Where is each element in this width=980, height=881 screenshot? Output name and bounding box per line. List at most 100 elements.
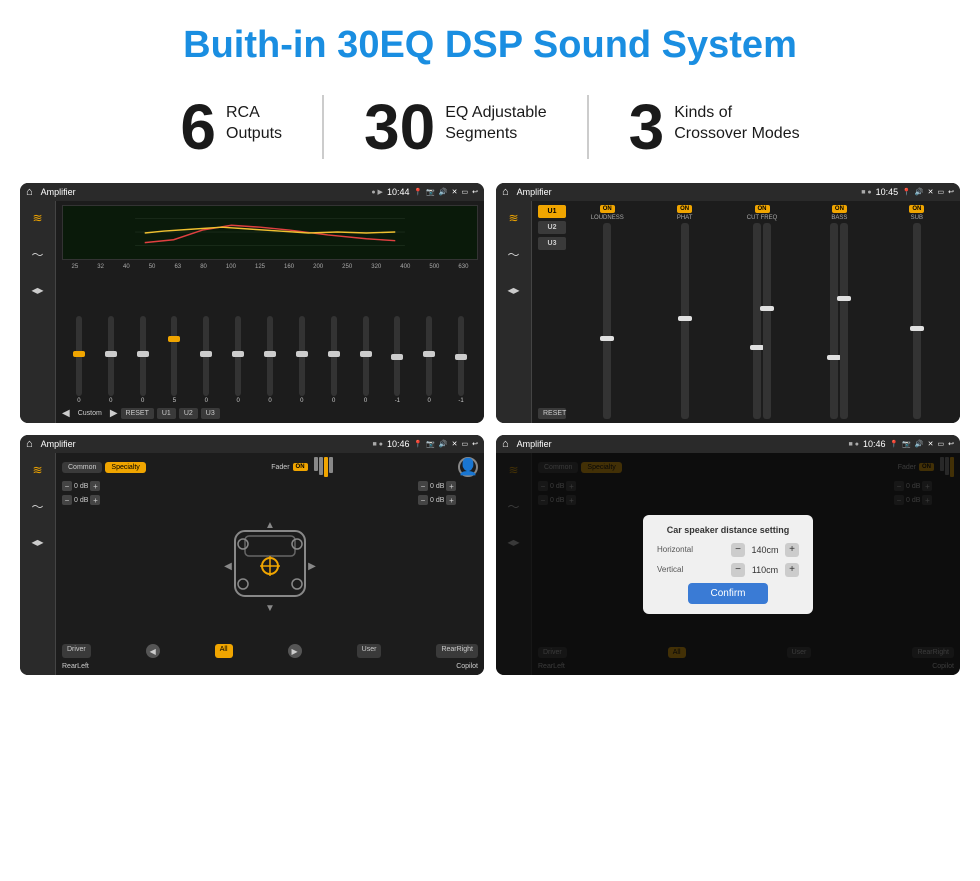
- minus-tr[interactable]: −: [418, 481, 428, 491]
- stat-rca: 6 RCA Outputs: [140, 95, 324, 159]
- tab-row-3: Common Specialty Fader ON 👤: [62, 457, 478, 477]
- eq-slider-9: 0: [351, 316, 381, 404]
- level-row-br: − 0 dB +: [418, 495, 478, 505]
- sub-slider[interactable]: [913, 223, 921, 419]
- screen4-time: 10:46: [863, 439, 886, 449]
- eq-bottom-bar: ◀ Custom ▶ RESET U1 U2 U3: [62, 408, 478, 419]
- eq-slider-1: 0: [96, 316, 126, 404]
- home-icon-3: [26, 438, 33, 450]
- screen3-body: ≋ 〜 ◂▸ Common Specialty Fader ON 👤: [20, 453, 484, 675]
- left-nav[interactable]: ◀: [146, 644, 160, 658]
- stat-rca-label: RCA Outputs: [226, 95, 282, 145]
- horizontal-label: Horizontal: [657, 545, 693, 554]
- reset-btn[interactable]: RESET: [121, 408, 154, 419]
- eq-slider-11: 0: [414, 316, 444, 404]
- stat-eq: 30 EQ Adjustable Segments: [324, 95, 589, 159]
- vertical-minus[interactable]: −: [731, 563, 745, 577]
- home-icon-2: [502, 186, 509, 198]
- user-btn[interactable]: User: [357, 644, 382, 658]
- distance-dialog: Car speaker distance setting Horizontal …: [643, 515, 813, 614]
- phat-slider[interactable]: [681, 223, 689, 419]
- horizontal-minus[interactable]: −: [731, 543, 745, 557]
- right-levels: − 0 dB + − 0 dB +: [418, 481, 478, 640]
- minus-br[interactable]: −: [418, 495, 428, 505]
- stat-eq-label: EQ Adjustable Segments: [445, 95, 546, 145]
- minus-bl[interactable]: −: [62, 495, 72, 505]
- left-levels: − 0 dB + − 0 dB +: [62, 481, 122, 640]
- u1-btn[interactable]: U1: [157, 408, 176, 419]
- bass-slider-g[interactable]: [840, 223, 848, 419]
- vertical-plus[interactable]: +: [785, 563, 799, 577]
- preset-u3[interactable]: U3: [538, 237, 566, 250]
- status-bar-2: Amplifier ■ ● 10:45 📍 🔊 ✕ ▭ ↩: [496, 183, 960, 201]
- bottom-btns-3: Driver ◀ All ▶ User RearRight: [62, 644, 478, 658]
- all-btn[interactable]: All: [215, 644, 233, 658]
- plus-tr[interactable]: +: [446, 481, 456, 491]
- svg-text:▼: ▼: [265, 603, 275, 614]
- cutfreq-slider-f[interactable]: [753, 223, 761, 419]
- plus-tl[interactable]: +: [90, 481, 100, 491]
- screen-amp: Amplifier ■ ● 10:45 📍 🔊 ✕ ▭ ↩ ≋ 〜 ◂▸ U1 …: [496, 183, 960, 423]
- preset-u1[interactable]: U1: [538, 205, 566, 218]
- eq-slider-2: 0: [128, 316, 158, 404]
- right-nav[interactable]: ▶: [288, 644, 302, 658]
- eq-slider-3: 5: [160, 316, 190, 404]
- svg-text:◀: ◀: [224, 561, 232, 572]
- screen3-sidebar: ≋ 〜 ◂▸: [20, 453, 56, 675]
- amp-reset-btn[interactable]: RESET: [538, 408, 566, 419]
- car-diagram: ▲ ▼ ◀ ▶: [126, 481, 414, 640]
- rearleft-label: RearLeft: [62, 663, 89, 670]
- prev-btn[interactable]: ◀: [62, 408, 70, 419]
- wave-icon: 〜: [27, 243, 49, 265]
- stat-crossover-label: Kinds of Crossover Modes: [674, 95, 799, 145]
- wave-icon-3: 〜: [27, 495, 49, 517]
- home-icon-4: [502, 438, 509, 450]
- eq-icon-2: ≋: [503, 207, 525, 229]
- plus-bl[interactable]: +: [90, 495, 100, 505]
- minus-tl[interactable]: −: [62, 481, 72, 491]
- amp-ch-phat: ON PHAT: [647, 205, 721, 419]
- screen2-sidebar: ≋ 〜 ◂▸: [496, 201, 532, 423]
- eq-sliders: 0 0 0 5 0: [62, 274, 478, 404]
- eq-slider-10: -1: [382, 316, 412, 404]
- phat-on: ON: [677, 205, 692, 213]
- stat-crossover: 3 Kinds of Crossover Modes: [589, 95, 840, 159]
- page-title: Buith-in 30EQ DSP Sound System: [0, 0, 980, 85]
- screen3-time: 10:46: [387, 439, 410, 449]
- cutfreq-slider-g[interactable]: [763, 223, 771, 419]
- fader-on-btn[interactable]: ON: [293, 463, 308, 471]
- level-row-tr: − 0 dB +: [418, 481, 478, 491]
- cutfreq-on: ON: [755, 205, 770, 213]
- confirm-button[interactable]: Confirm: [688, 583, 768, 604]
- next-btn[interactable]: ▶: [110, 408, 118, 419]
- wave-icon-2: 〜: [503, 243, 525, 265]
- stat-crossover-number: 3: [629, 95, 665, 159]
- bass-slider-f[interactable]: [830, 223, 838, 419]
- eq-slider-5: 0: [223, 316, 253, 404]
- preset-u2[interactable]: U2: [538, 221, 566, 234]
- u3-btn[interactable]: U3: [201, 408, 220, 419]
- eq-slider-6: 0: [255, 316, 285, 404]
- u2-btn[interactable]: U2: [179, 408, 198, 419]
- tab-specialty-3[interactable]: Specialty: [105, 462, 145, 473]
- dialog-title: Car speaker distance setting: [657, 525, 799, 535]
- copilot-label: Copilot: [456, 663, 478, 670]
- dialog-row-vertical: Vertical − 110cm +: [657, 563, 799, 577]
- screens-grid: Amplifier ● ▶ 10:44 📍 📷 🔊 ✕ ▭ ↩ ≋ 〜 ◂▸: [0, 183, 980, 695]
- fader-content: Common Specialty Fader ON 👤: [56, 453, 484, 675]
- plus-br[interactable]: +: [446, 495, 456, 505]
- level-row-bl: − 0 dB +: [62, 495, 122, 505]
- tab-common-3[interactable]: Common: [62, 462, 102, 473]
- home-icon-1: [26, 186, 33, 198]
- driver-btn[interactable]: Driver: [62, 644, 91, 658]
- settings-icon[interactable]: 👤: [458, 457, 478, 477]
- amp-ch-sub: ON SUB: [880, 205, 954, 419]
- rearright-btn[interactable]: RearRight: [436, 644, 478, 658]
- loudness-slider[interactable]: [603, 223, 611, 419]
- vertical-label: Vertical: [657, 565, 683, 574]
- vertical-value: 110cm: [749, 565, 781, 575]
- horizontal-value: 140cm: [749, 545, 781, 555]
- screen2-title: Amplifier: [517, 187, 858, 197]
- arr-icon: ◂▸: [27, 279, 49, 301]
- horizontal-plus[interactable]: +: [785, 543, 799, 557]
